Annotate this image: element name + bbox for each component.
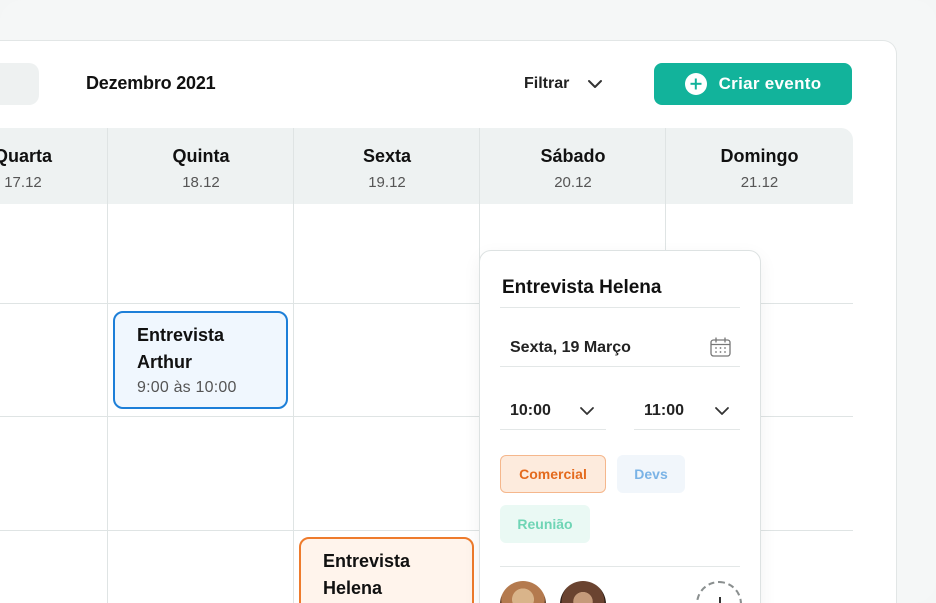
divider [500, 566, 740, 567]
day-header-quinta[interactable]: Quinta 18.12 [108, 128, 294, 204]
day-date: 19.12 [368, 174, 406, 191]
divider [634, 429, 740, 430]
event-details-popover: Entrevista Helena Sexta, 19 Março 10:00 … [479, 250, 761, 603]
day-header-sabado[interactable]: Sábado 20.12 [480, 128, 666, 204]
create-event-label: Criar evento [718, 74, 822, 93]
divider [500, 307, 740, 308]
event-time: 9:00 às 10:00 [137, 379, 237, 396]
search-field[interactable] [0, 63, 39, 105]
filter-label: Filtrar [524, 75, 570, 92]
add-person-icon[interactable] [696, 581, 742, 603]
day-name: Quarta [0, 146, 53, 166]
day-name: Domingo [720, 146, 799, 166]
avatar[interactable] [560, 581, 606, 603]
day-date: 20.12 [554, 174, 592, 191]
avatar[interactable] [500, 581, 546, 603]
month-title: Dezembro 2021 [86, 73, 216, 93]
event-title: Entrevista Helena [323, 551, 411, 598]
day-name: Quinta [172, 146, 230, 166]
event-card-arthur[interactable]: Entrevista Arthur 9:00 às 10:00 [113, 311, 288, 409]
column-divider [107, 128, 108, 603]
event-date-field[interactable]: Sexta, 19 Março [510, 339, 631, 357]
day-date: 21.12 [740, 174, 779, 191]
divider [500, 429, 606, 430]
day-date: 17.12 [4, 174, 42, 191]
popover-title: Entrevista Helena [502, 277, 662, 298]
column-divider [293, 128, 294, 603]
start-time-select[interactable]: 10:00 [510, 402, 551, 420]
create-event-button[interactable]: Criar evento [654, 63, 852, 105]
chevron-down-icon[interactable] [714, 403, 730, 419]
end-time-select[interactable]: 11:00 [644, 402, 684, 420]
day-header-domingo[interactable]: Domingo 21.12 [666, 128, 853, 204]
chevron-down-icon[interactable] [579, 403, 595, 419]
day-name: Sábado [540, 146, 606, 166]
tag-devs[interactable]: Devs [617, 455, 685, 493]
day-name: Sexta [362, 146, 412, 166]
day-header-quarta[interactable]: Quarta 17.12 [0, 128, 107, 204]
tag-comercial[interactable]: Comercial [500, 455, 606, 493]
divider [500, 366, 740, 367]
calendar-icon[interactable] [710, 337, 731, 357]
event-card-helena[interactable]: Entrevista Helena [299, 537, 474, 603]
filter-dropdown[interactable]: Filtrar [524, 75, 603, 93]
day-date: 18.12 [182, 174, 220, 191]
tag-reuniao[interactable]: Reunião [500, 505, 590, 543]
day-header-sexta[interactable]: Sexta 19.12 [294, 128, 480, 204]
chevron-down-icon [588, 80, 603, 88]
plus-icon [684, 73, 707, 95]
event-title: Entrevista Arthur [137, 325, 225, 372]
